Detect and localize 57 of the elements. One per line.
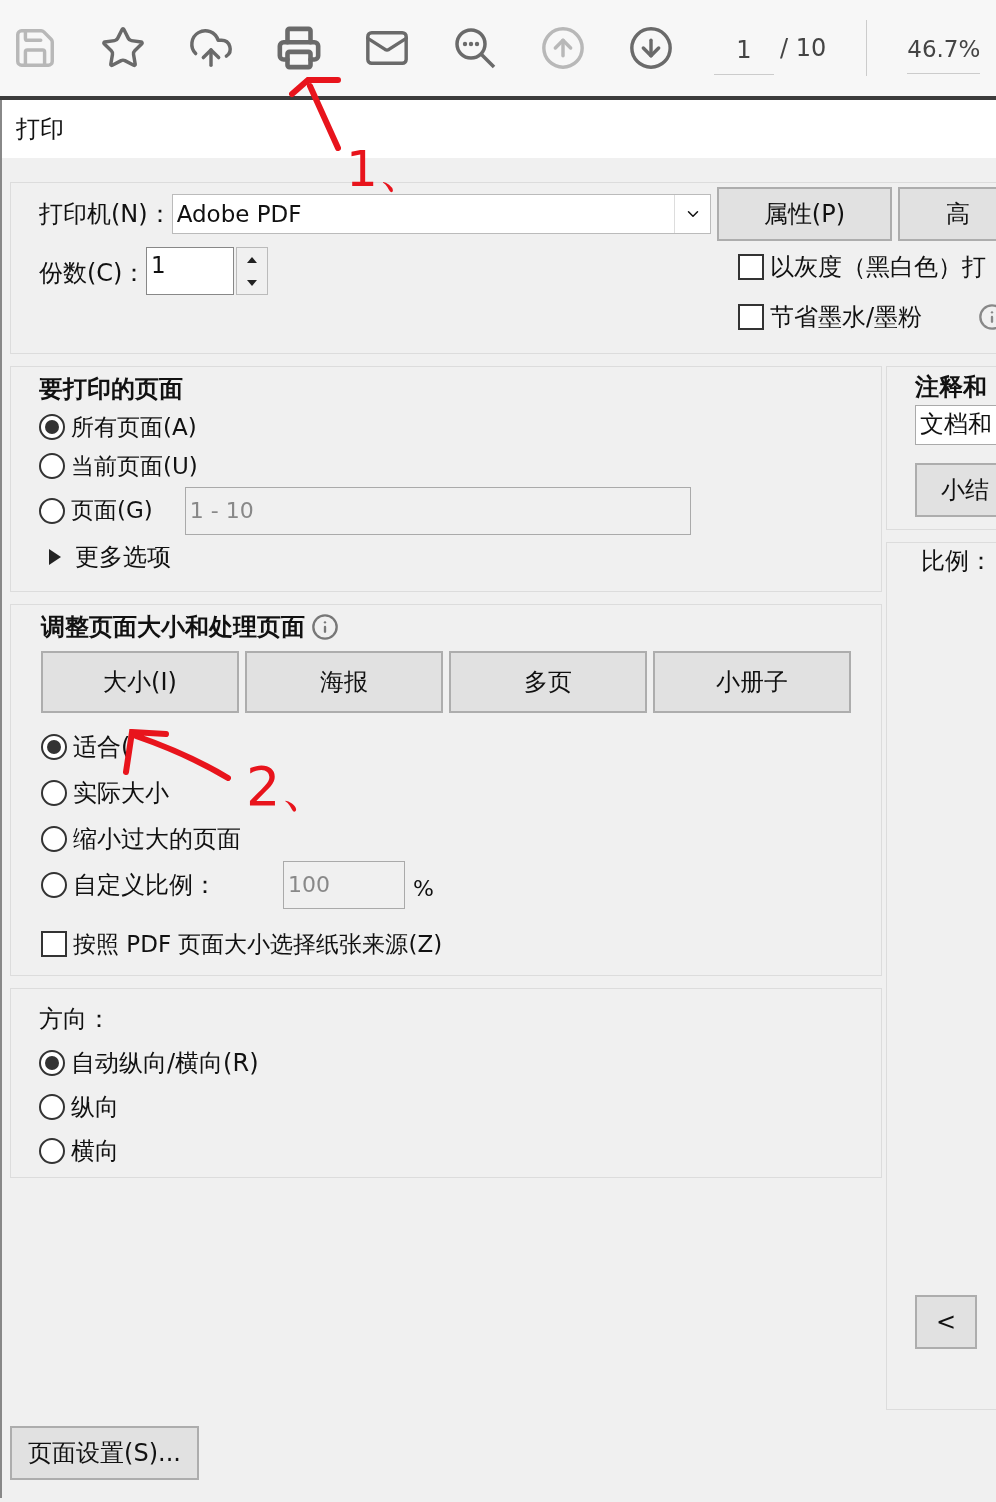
radio-button[interactable] xyxy=(41,780,67,806)
copies-label: 份数(C)： xyxy=(39,258,146,289)
page-total: / 10 xyxy=(780,33,827,64)
radio-label: 缩小过大的页面 xyxy=(73,824,241,855)
radio-label: 所有页面(A) xyxy=(71,413,197,442)
radio-button[interactable] xyxy=(41,826,67,852)
printer-label: 打印机(N)： xyxy=(39,199,172,230)
page-setup-button[interactable]: 页面设置(S)... xyxy=(10,1426,199,1480)
radio-button[interactable] xyxy=(39,1094,65,1120)
option-label: 以灰度（黑白色）打 xyxy=(770,252,986,283)
section-title: 注释和 xyxy=(915,372,988,403)
radio-label: 纵向 xyxy=(71,1092,119,1123)
radio-label: 自定义比例： xyxy=(73,870,217,901)
page-number-field[interactable]: 1 xyxy=(714,31,774,75)
radio-button[interactable] xyxy=(39,497,65,524)
properties-button[interactable]: 属性(P) xyxy=(717,187,892,241)
summary-button[interactable]: 小结 xyxy=(915,463,996,517)
section-title: 调整页面大小和处理页面 xyxy=(41,612,305,643)
radio-label: 横向 xyxy=(71,1136,119,1167)
sizing-tab[interactable]: 多页 xyxy=(449,651,647,713)
annotation-label: 1、 xyxy=(346,144,428,194)
arrow-down-icon[interactable] xyxy=(628,25,674,71)
checkbox[interactable] xyxy=(41,931,67,958)
print-icon[interactable] xyxy=(276,25,322,71)
radio-button[interactable] xyxy=(39,453,65,480)
advanced-button[interactable]: 高 xyxy=(897,187,996,241)
sizing-tab[interactable]: 海报 xyxy=(245,651,443,713)
radio-button[interactable] xyxy=(41,872,67,898)
radio-label: 自动纵向/横向(R) xyxy=(71,1048,259,1079)
comments-dropdown[interactable]: 文档和 xyxy=(915,405,996,445)
info-icon[interactable] xyxy=(311,613,339,641)
copies-field[interactable]: 1 xyxy=(146,247,234,295)
checkbox[interactable] xyxy=(738,254,764,280)
checkbox-label: 按照 PDF 页面大小选择纸张来源(Z) xyxy=(73,930,443,959)
annotation-label: 2、 xyxy=(246,760,335,814)
search-icon[interactable] xyxy=(452,25,498,71)
previous-page-button[interactable]: < xyxy=(915,1295,977,1349)
percent-sign: % xyxy=(413,874,434,903)
sizing-tab[interactable]: 大小(I) xyxy=(41,651,239,713)
radio-label: 实际大小 xyxy=(73,778,169,809)
zoom-field[interactable]: 46.7% xyxy=(907,32,981,74)
section-title: 要打印的页面 xyxy=(39,374,184,405)
checkbox[interactable] xyxy=(738,304,764,330)
radio-label: 当前页面(U) xyxy=(71,451,198,481)
radio-label: 页面(G) xyxy=(71,496,153,525)
dialog-title: 打印 xyxy=(16,114,64,145)
scale-label: 比例： xyxy=(921,546,994,577)
radio-button[interactable] xyxy=(39,1050,65,1076)
radio-button[interactable] xyxy=(41,734,67,760)
radio-button[interactable] xyxy=(39,414,65,441)
sizing-tab[interactable]: 小册子 xyxy=(653,651,851,713)
printer-dropdown[interactable]: Adobe PDF xyxy=(171,194,712,234)
radio-button[interactable] xyxy=(39,1138,65,1164)
expand-triangle-icon[interactable] xyxy=(49,548,61,565)
option-label: 节省墨水/墨粉 xyxy=(770,302,923,333)
copies-spinner[interactable] xyxy=(236,247,268,295)
section-title: 方向： xyxy=(39,1004,112,1035)
